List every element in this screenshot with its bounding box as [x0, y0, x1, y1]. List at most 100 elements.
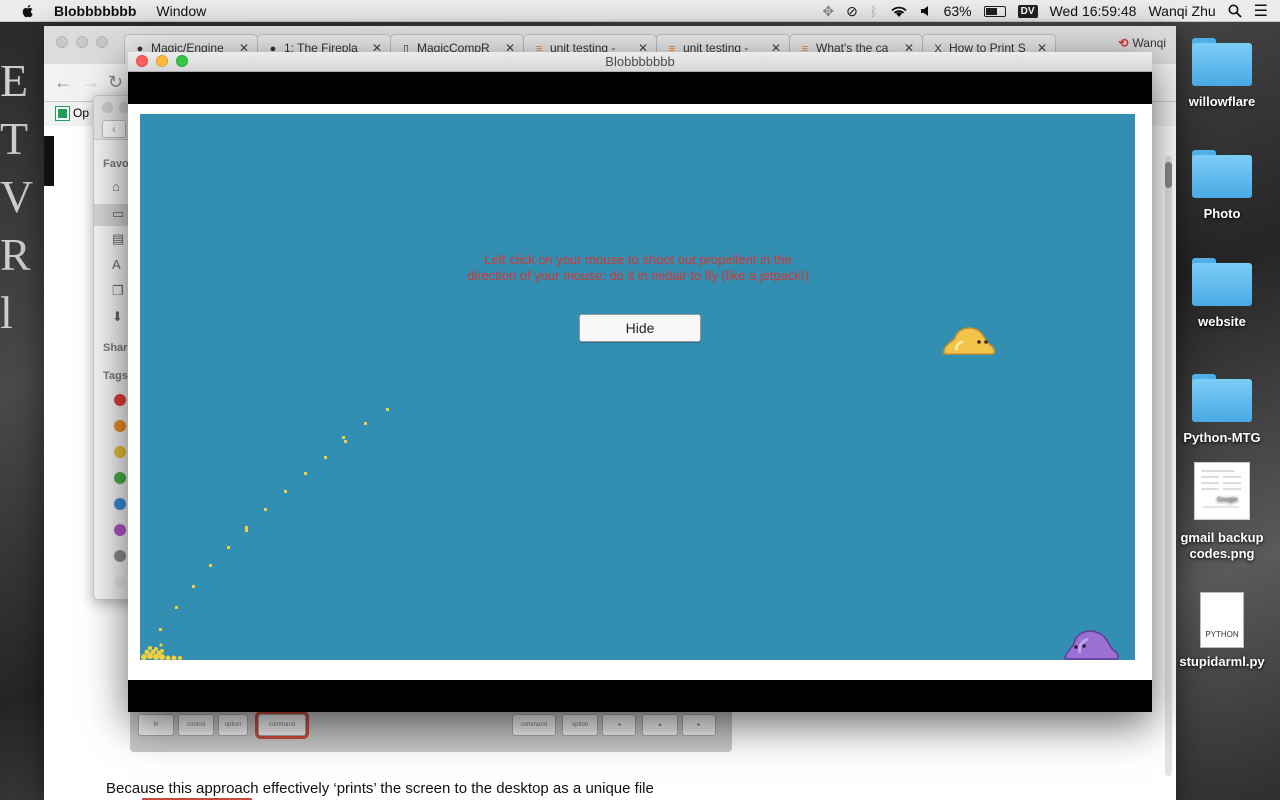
- downloads-icon[interactable]: ⬇: [112, 310, 128, 324]
- desktop-icon-label: Photo: [1203, 206, 1241, 221]
- finder-section-favorites: Favo: [103, 158, 129, 170]
- keyboard-key: command: [512, 714, 556, 736]
- game-close-button[interactable]: [136, 55, 148, 67]
- spotlight-search-icon[interactable]: [1228, 4, 1242, 18]
- propellant-particle: [245, 529, 248, 532]
- propellant-particle: [227, 546, 230, 549]
- letterbox-bottom: [128, 680, 1152, 712]
- tag-color-dot[interactable]: [114, 446, 126, 458]
- bluetooth-icon[interactable]: ᛒ: [870, 4, 878, 19]
- game-canvas[interactable]: [140, 114, 1135, 660]
- profile-button[interactable]: ⟲ Wanqi: [1118, 36, 1166, 50]
- user-name[interactable]: Wanqi Zhu: [1148, 3, 1215, 19]
- propellant-particle: [175, 606, 178, 609]
- desktop-icon-item[interactable]: PYTHON stupidarml.py: [1172, 592, 1272, 670]
- propellant-pile: [141, 643, 182, 660]
- tag-color-dot[interactable]: [114, 524, 126, 536]
- profile-name: Wanqi: [1132, 36, 1166, 50]
- propellant-particle: [324, 456, 327, 459]
- tag-color-dot[interactable]: [114, 394, 126, 406]
- game-window-title: Blobbbbbbb: [605, 54, 675, 69]
- propellant-particle: [209, 564, 212, 567]
- status-area: ✥ ⊘ ᛒ 63% DV Wed 16:59:48 Wanqi Zhu ☰: [822, 0, 1280, 22]
- desktop-icon[interactable]: ▭: [112, 207, 128, 221]
- keyboard-key: ▴: [642, 714, 678, 736]
- tag-color-dot[interactable]: [114, 498, 126, 510]
- keyboard-key: ▸: [682, 714, 716, 736]
- game-window-controls: [136, 55, 188, 67]
- battery-percent: 63%: [943, 3, 972, 19]
- volume-icon[interactable]: [920, 5, 932, 17]
- keyboard-key: fn: [138, 714, 174, 736]
- game-title-bar: Blobbbbbbb: [128, 52, 1152, 72]
- folder-icon: [1192, 38, 1252, 86]
- desktop-icon-label: Python-MTG: [1183, 430, 1261, 445]
- finder-back-button[interactable]: ‹: [102, 120, 126, 138]
- files-icon[interactable]: ❐: [112, 284, 128, 298]
- wifi-icon[interactable]: [890, 5, 908, 18]
- desktop-icon-item[interactable]: Python-MTG: [1172, 374, 1272, 446]
- page-image-edge: [44, 136, 54, 186]
- minimize-window-button[interactable]: [76, 36, 88, 48]
- clock[interactable]: Wed 16:59:48: [1050, 3, 1137, 19]
- gamepad-icon[interactable]: ✥: [822, 3, 834, 20]
- tag-color-dot[interactable]: [114, 420, 126, 432]
- desktop-icon-label: website: [1198, 314, 1246, 329]
- propellant-particle: [344, 440, 347, 443]
- desktop-icon-item[interactable]: Google gmail backup codes.png: [1172, 462, 1272, 562]
- applications-icon[interactable]: A: [112, 258, 128, 272]
- game-window: Blobbbbbbb Left click on your mouse to s…: [128, 52, 1152, 712]
- desktop-icon-label: willowflare: [1188, 94, 1256, 109]
- finder-close-button[interactable]: [102, 102, 113, 113]
- desktop-icon-label: stupidarml.py: [1179, 654, 1265, 669]
- svg-text:Google: Google: [1217, 497, 1238, 503]
- propellant-particle: [304, 472, 307, 475]
- folder-icon: [1192, 258, 1252, 306]
- tag-color-dot[interactable]: [114, 550, 126, 562]
- dv-badge[interactable]: DV: [1017, 4, 1038, 18]
- tag-color-dot[interactable]: [114, 472, 126, 484]
- hide-hint-button[interactable]: Hide: [579, 314, 701, 342]
- player-yellow-blob: [943, 327, 996, 355]
- apple-menu-icon[interactable]: [18, 3, 38, 19]
- folder-icon: [1192, 374, 1252, 422]
- home-icon[interactable]: ⌂: [112, 180, 128, 194]
- tutorial-hint: Left click on your mouse to shoot out pr…: [467, 252, 809, 283]
- close-window-button[interactable]: [56, 36, 68, 48]
- game-zoom-button[interactable]: [176, 55, 188, 67]
- forward-button[interactable]: →: [82, 72, 100, 93]
- window-menu[interactable]: Window: [156, 3, 206, 19]
- game-minimize-button[interactable]: [156, 55, 168, 67]
- notification-center-icon[interactable]: ☰: [1254, 1, 1268, 21]
- wallpaper-letters: ETVRl: [0, 55, 34, 338]
- python-file-icon: PYTHON: [1200, 592, 1244, 648]
- propellant-particle: [386, 408, 389, 411]
- sync-icon[interactable]: ⊘: [846, 3, 858, 20]
- tag-color-dot[interactable]: [114, 576, 126, 588]
- letterbox-top: [128, 72, 1152, 104]
- folder-icon: [1192, 150, 1252, 198]
- desktop-icon-item[interactable]: Photo: [1172, 150, 1272, 222]
- propellant-particle: [159, 628, 162, 631]
- image-file-icon: Google: [1194, 462, 1250, 520]
- bookmark-sheets[interactable]: Op: [55, 105, 90, 121]
- app-menu-name[interactable]: Blobbbbbbb: [54, 3, 136, 19]
- ground-right: [790, 660, 1152, 680]
- battery-icon[interactable]: [983, 5, 1006, 17]
- scrollbar-thumb[interactable]: [1165, 162, 1172, 188]
- documents-icon[interactable]: ▤: [112, 232, 128, 246]
- page-scrollbar[interactable]: [1165, 156, 1172, 776]
- zoom-window-button[interactable]: [96, 36, 108, 48]
- reload-button[interactable]: ↻: [108, 72, 123, 93]
- back-button[interactable]: ←: [54, 72, 72, 93]
- bookmark-label: Op: [73, 106, 90, 120]
- article-paragraph: Because this approach effectively ‘print…: [106, 780, 654, 797]
- desktop-icon-item[interactable]: website: [1172, 258, 1272, 330]
- file-type-badge: PYTHON: [1205, 630, 1239, 639]
- ground-left: [140, 660, 313, 680]
- desktop-icon-item[interactable]: willowflare: [1172, 38, 1272, 110]
- keyboard-key: option: [562, 714, 598, 736]
- keyboard-key: option: [218, 714, 248, 736]
- keyboard-key: command: [255, 711, 309, 739]
- propellant-particle: [342, 436, 345, 439]
